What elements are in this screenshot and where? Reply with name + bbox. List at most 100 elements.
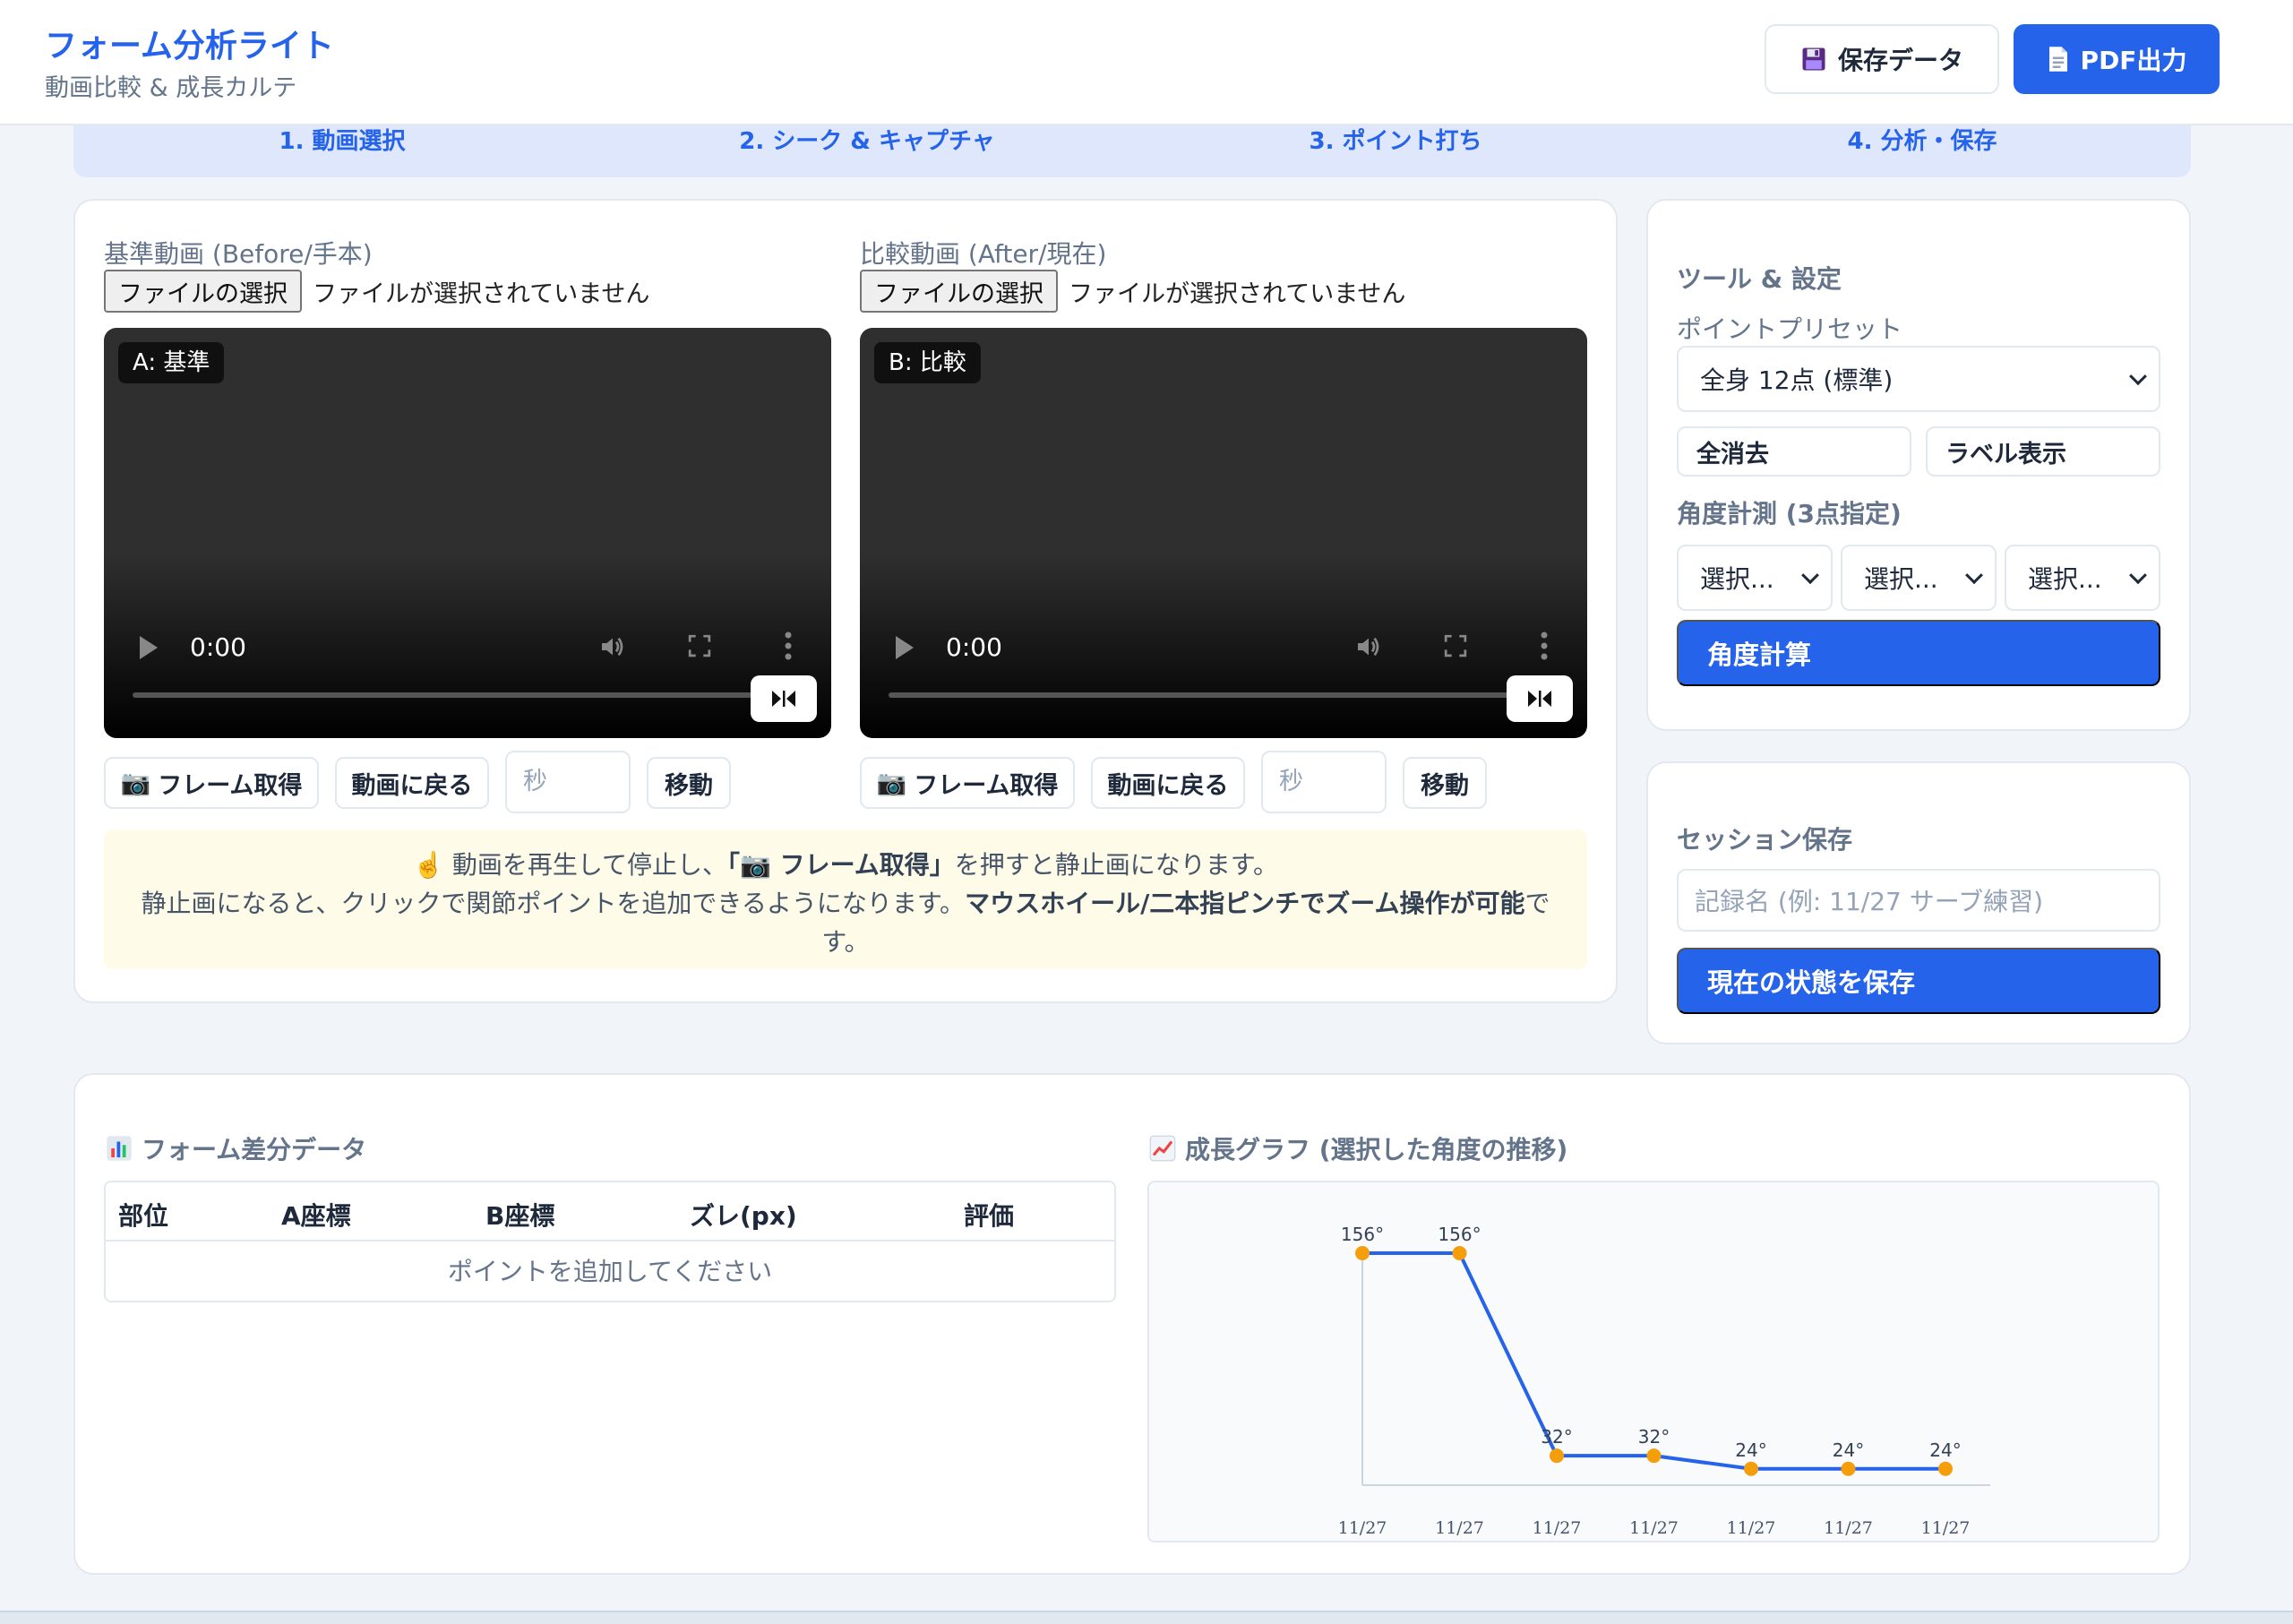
chart-x-tick-label: 11/27 xyxy=(1921,1518,1971,1538)
notice-line-2-bold: マウスホイール/二本指ピンチでズーム操作が可能 xyxy=(965,889,1525,918)
video-a-back-button[interactable]: 動画に戻る xyxy=(335,757,489,809)
play-icon[interactable] xyxy=(896,636,914,659)
notice-line-1-end: を押すと静止画になります。 xyxy=(954,850,1278,880)
preset-label: ポイントプリセット xyxy=(1677,314,1903,344)
video-a-capture-button[interactable]: 📷 フレーム取得 xyxy=(104,757,319,809)
chart-data-label: 24° xyxy=(1929,1439,1961,1461)
video-b-file-button[interactable]: ファイルの選択 xyxy=(860,270,1058,313)
angle-point-3-value: 選択... xyxy=(2028,564,2102,594)
swap-icon[interactable] xyxy=(751,675,817,722)
chart-point xyxy=(1938,1461,1953,1476)
step-1: 1. 動画選択 xyxy=(279,128,406,155)
video-a-seconds-input[interactable]: 秒 xyxy=(505,751,631,813)
app-subtitle: 動画比較 & 成長カルテ xyxy=(45,74,297,102)
trend-chart-icon xyxy=(1149,1135,1176,1162)
video-a-capture-label: フレーム取得 xyxy=(158,771,303,799)
chart-x-tick-label: 11/27 xyxy=(1727,1518,1776,1538)
video-b-seconds-input[interactable]: 秒 xyxy=(1261,751,1387,813)
chevron-down-icon xyxy=(1965,566,1983,585)
chart-data-label: 24° xyxy=(1735,1439,1766,1461)
chart-point xyxy=(1452,1246,1467,1260)
chart-data-label: 32° xyxy=(1638,1426,1670,1448)
video-a-time: 0:00 xyxy=(190,632,246,662)
notice-line-1-bold: 「📷 フレーム取得」 xyxy=(726,850,955,880)
camera-icon: 📷 xyxy=(120,769,151,796)
video-b-progress[interactable] xyxy=(889,692,1516,698)
clear-all-button[interactable]: 全消去 xyxy=(1677,426,1911,477)
video-b-label: 比較動画 (After/現在) xyxy=(860,239,1107,269)
session-title: セッション保存 xyxy=(1677,825,1853,855)
pdf-export-button[interactable]: PDF出力 xyxy=(2014,24,2220,94)
fullscreen-icon[interactable] xyxy=(688,634,711,657)
angle-calc-button[interactable]: 角度計算 xyxy=(1677,620,2160,686)
chart-point xyxy=(1355,1246,1370,1260)
notice-line-3: す。 xyxy=(821,927,870,957)
video-a-move-button[interactable]: 移動 xyxy=(647,757,731,809)
chart-point xyxy=(1550,1448,1564,1464)
video-a-tag: A: 基準 xyxy=(118,342,225,383)
session-name-input[interactable]: 記録名 (例: 11/27 サーブ練習) xyxy=(1677,869,2160,932)
growth-title: 成長グラフ (選択した角度の推移) xyxy=(1185,1135,1568,1164)
app-header: フォーム分析ライト 動画比較 & 成長カルテ 保存データ PDF出力 xyxy=(0,0,2293,125)
bottom-scrollbar[interactable] xyxy=(0,1611,2293,1624)
col-b-coord: B座標 xyxy=(485,1201,555,1231)
video-a-file-button[interactable]: ファイルの選択 xyxy=(104,270,302,313)
video-b-time: 0:00 xyxy=(946,632,1002,662)
saved-data-button[interactable]: 保存データ xyxy=(1765,24,1999,94)
camera-icon: 📷 xyxy=(876,769,907,796)
chevron-down-icon xyxy=(2129,367,2147,386)
chart-data-label: 156° xyxy=(1438,1224,1481,1245)
step-2: 2. シーク & キャプチャ xyxy=(739,128,995,155)
col-part: 部位 xyxy=(118,1201,169,1231)
angle-point-2-value: 選択... xyxy=(1864,564,1938,594)
col-offset: ズレ(px) xyxy=(690,1201,797,1231)
fullscreen-icon[interactable] xyxy=(1444,634,1467,657)
chart-x-tick-label: 11/27 xyxy=(1629,1518,1679,1538)
angle-point-2-select[interactable]: 選択... xyxy=(1841,545,1997,611)
video-b-back-button[interactable]: 動画に戻る xyxy=(1091,757,1245,809)
bar-chart-icon xyxy=(107,1136,132,1161)
video-a-player[interactable]: A: 基準 0:00 xyxy=(104,328,831,738)
more-options-icon[interactable] xyxy=(1541,631,1548,661)
swap-icon[interactable] xyxy=(1507,675,1573,722)
saved-data-label: 保存データ xyxy=(1837,46,1963,75)
growth-title-row: 成長グラフ (選択した角度の推移) xyxy=(1149,1130,1567,1166)
step-3: 3. ポイント打ち xyxy=(1309,128,1482,155)
label-toggle-button[interactable]: ラベル表示 xyxy=(1926,426,2160,477)
step-indicator: 1. 動画選択 2. シーク & キャプチャ 3. ポイント打ち 4. 分析・保… xyxy=(73,125,2191,177)
video-b-capture-label: フレーム取得 xyxy=(914,771,1059,799)
video-b-move-button[interactable]: 移動 xyxy=(1403,757,1487,809)
video-b-file-status: ファイルが選択されていません xyxy=(1069,279,1406,308)
document-icon xyxy=(2048,47,2067,72)
angle-point-3-select[interactable]: 選択... xyxy=(2005,545,2160,611)
col-a-coord: A座標 xyxy=(281,1201,351,1231)
play-icon[interactable] xyxy=(140,636,158,659)
notice-line-1: ☝️ 動画を再生して停止し、「📷 フレーム取得」を押すと静止画になります。 xyxy=(104,846,1587,884)
volume-icon[interactable] xyxy=(1354,632,1383,661)
preset-select[interactable]: 全身 12点 (標準) xyxy=(1677,346,2160,412)
chart-data-label: 32° xyxy=(1541,1426,1572,1448)
chart-x-tick-label: 11/27 xyxy=(1338,1518,1387,1538)
notice-line-2-end: で xyxy=(1524,889,1550,918)
video-b-player[interactable]: B: 比較 0:00 xyxy=(860,328,1587,738)
diff-title: フォーム差分データ xyxy=(142,1135,367,1164)
session-save-button[interactable]: 現在の状態を保存 xyxy=(1677,948,2160,1014)
swap-arrows-icon xyxy=(772,691,795,707)
video-b-tag: B: 比較 xyxy=(874,342,981,383)
chevron-down-icon xyxy=(2129,566,2147,585)
instruction-notice: ☝️ 動画を再生して停止し、「📷 フレーム取得」を押すと静止画になります。 静止… xyxy=(104,829,1587,969)
col-rating: 評価 xyxy=(964,1201,1015,1231)
angle-point-1-select[interactable]: 選択... xyxy=(1677,545,1833,611)
video-a-file-status: ファイルが選択されていません xyxy=(313,279,650,308)
preset-value: 全身 12点 (標準) xyxy=(1700,365,1894,395)
chart-x-tick-label: 11/27 xyxy=(1824,1518,1873,1538)
growth-chart-svg: 156° 11/27 156° 11/27 32° 11/27 32° 11/27 24° 11/… xyxy=(1338,1224,1990,1538)
volume-icon[interactable] xyxy=(598,632,627,661)
video-b-capture-button[interactable]: 📷 フレーム取得 xyxy=(860,757,1075,809)
swap-arrows-icon xyxy=(1528,691,1551,707)
more-options-icon[interactable] xyxy=(785,631,792,661)
step-4: 4. 分析・保存 xyxy=(1847,128,1997,155)
growth-chart: 156° 11/27 156° 11/27 32° 11/27 32° 11/27 24° 11/… xyxy=(1147,1181,2160,1542)
video-a-progress[interactable] xyxy=(133,692,760,698)
chart-x-tick-label: 11/27 xyxy=(1533,1518,1582,1538)
